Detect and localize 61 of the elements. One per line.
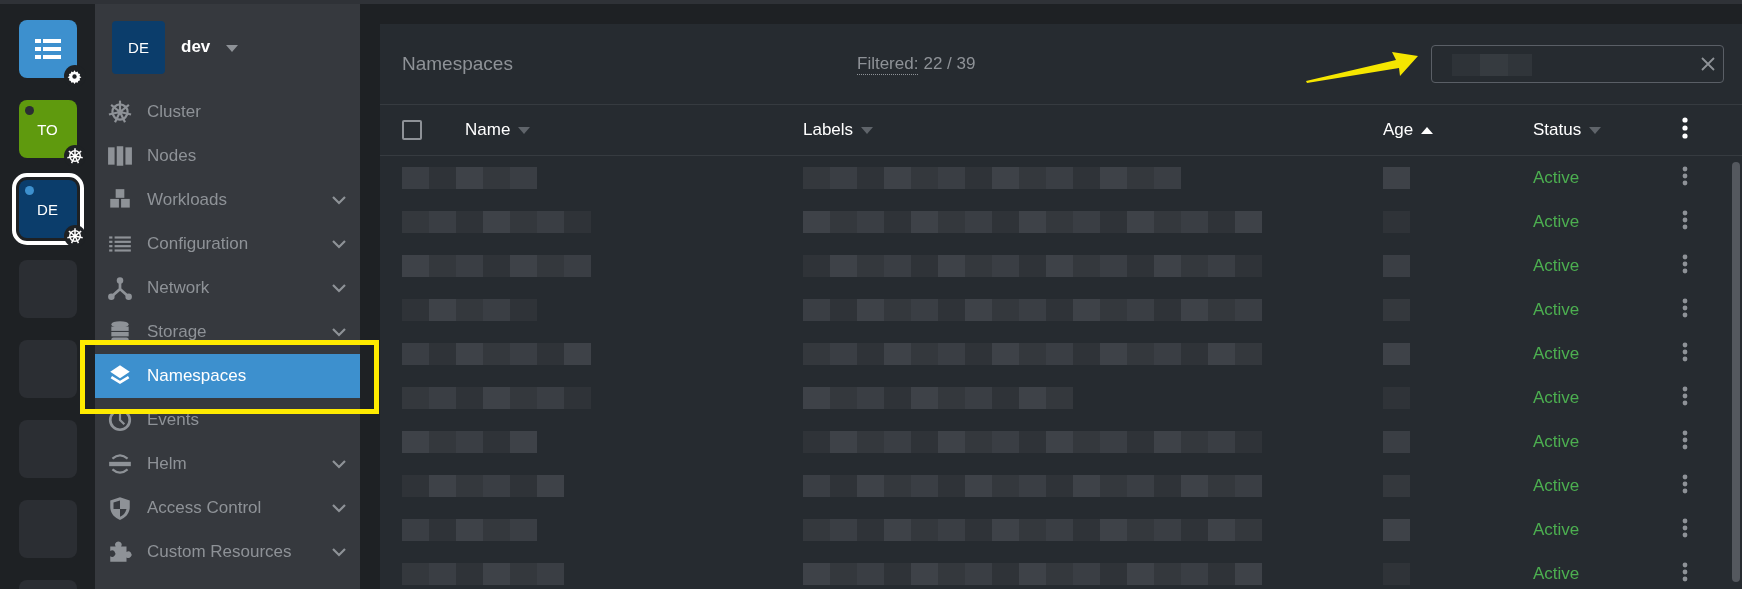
status-text: Active: [1533, 432, 1581, 452]
helm-wheel-icon: [107, 99, 133, 125]
kebab-menu-icon[interactable]: [1682, 253, 1688, 274]
sidebar-item[interactable]: Workloads: [95, 178, 360, 222]
status-text: Active: [1533, 520, 1581, 540]
shield-icon: [107, 495, 133, 521]
cluster-button[interactable]: TO: [18, 100, 77, 158]
cluster-name[interactable]: dev: [181, 37, 211, 57]
kebab-menu-icon[interactable]: [1682, 297, 1688, 318]
close-icon: [1701, 57, 1715, 71]
kebab-menu-icon[interactable]: [1682, 165, 1688, 186]
helm-logo-icon: [107, 451, 133, 477]
helm-wheel-icon: [65, 227, 84, 245]
kebab-menu-icon[interactable]: [1682, 517, 1688, 538]
kebab-menu-icon[interactable]: [1682, 473, 1688, 494]
status-text: Active: [1533, 256, 1581, 276]
sidebar-item[interactable]: Network: [95, 266, 360, 310]
checkbox[interactable]: [402, 120, 422, 140]
sidebar-item[interactable]: Configuration: [95, 222, 360, 266]
search-field[interactable]: [1431, 45, 1724, 83]
status-text: Active: [1533, 212, 1581, 232]
blurred-text: [1383, 519, 1410, 541]
filter-label[interactable]: Filtered:: [857, 53, 919, 75]
status-text: Active: [1533, 300, 1581, 320]
network-icon: [107, 275, 133, 301]
filter-count: 22 / 39: [923, 53, 976, 75]
list-icon: [34, 39, 61, 59]
sidebar-item[interactable]: Custom Resources: [95, 530, 360, 574]
catalog-button[interactable]: [18, 20, 77, 78]
sidebar-item[interactable]: Events: [95, 398, 360, 442]
status-text: Active: [1533, 344, 1581, 364]
column-header[interactable]: Age: [1383, 120, 1414, 140]
blurred-text: [1383, 167, 1410, 189]
kebab-menu-icon: [1682, 116, 1688, 139]
kebab-menu-icon[interactable]: [1682, 341, 1688, 362]
column-header[interactable]: Labels: [803, 120, 854, 140]
settings-icon: [67, 68, 82, 84]
sidebar-item[interactable]: Namespaces: [95, 354, 360, 398]
kebab-menu-icon[interactable]: [1682, 209, 1688, 230]
status-text: Active: [1533, 564, 1581, 584]
cluster-avatar: DE: [112, 20, 165, 74]
kebab-menu-icon[interactable]: [1682, 429, 1688, 450]
kebab-menu-icon[interactable]: [1682, 561, 1688, 582]
column-header[interactable]: Name: [465, 120, 511, 140]
status-text: Active: [1533, 476, 1581, 496]
blurred-text: [1383, 343, 1410, 365]
helm-wheel-icon: [65, 147, 84, 165]
server-rack-icon: [107, 143, 133, 169]
panel-title: Namespaces: [402, 53, 514, 75]
scrollbar[interactable]: [1732, 162, 1740, 582]
sidebar-item[interactable]: Cluster: [95, 90, 360, 134]
sidebar-item[interactable]: Storage: [95, 310, 360, 354]
kebab-menu-icon[interactable]: [1682, 385, 1688, 406]
dropdown-caret-icon: [226, 45, 239, 52]
column-header[interactable]: Status: [1533, 120, 1582, 140]
sidebar-item[interactable]: Nodes: [95, 134, 360, 178]
sidebar-item[interactable]: Access Control: [95, 486, 360, 530]
status-text: Active: [1533, 168, 1581, 188]
sidebar-item[interactable]: Helm: [95, 442, 360, 486]
status-text: Active: [1533, 388, 1581, 408]
puzzle-piece-icon: [107, 539, 133, 565]
